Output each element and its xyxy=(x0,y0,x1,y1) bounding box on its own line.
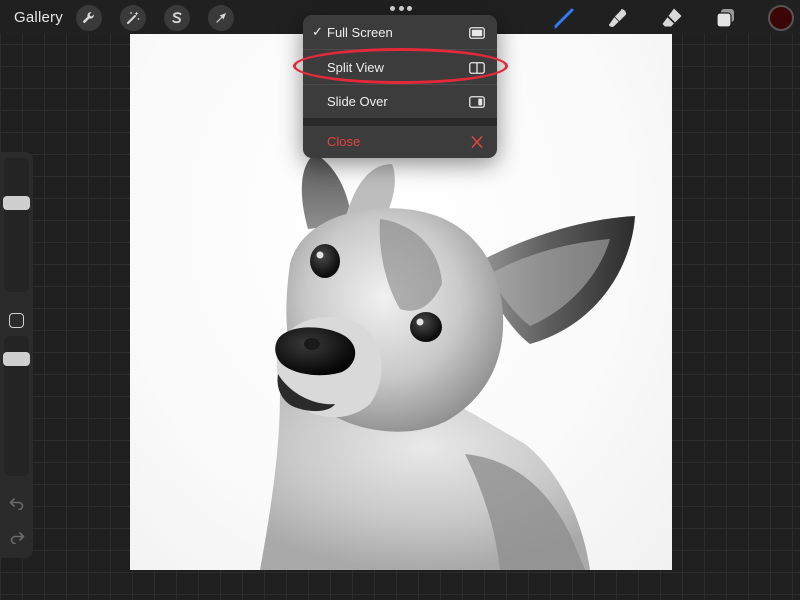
brush-button[interactable] xyxy=(550,4,578,32)
window-options-handle[interactable] xyxy=(390,4,412,12)
actions-button[interactable] xyxy=(76,5,102,31)
redo-icon xyxy=(8,531,26,548)
eraser-button[interactable] xyxy=(658,4,686,32)
layers-button[interactable] xyxy=(712,4,740,32)
menu-item-label: Slide Over xyxy=(327,94,388,109)
selection-button[interactable] xyxy=(164,5,190,31)
close-label: Close xyxy=(327,134,361,149)
undo-icon xyxy=(8,497,26,514)
smudge-button[interactable] xyxy=(604,4,632,32)
redo-button[interactable] xyxy=(8,530,26,545)
color-picker[interactable] xyxy=(768,5,794,31)
menu-item-slide-over[interactable]: Slide Over xyxy=(303,84,497,118)
dot xyxy=(407,5,412,11)
dot xyxy=(398,5,404,11)
brush-size-slider[interactable] xyxy=(4,158,29,292)
smudge-icon xyxy=(604,4,632,32)
left-sidebar xyxy=(0,152,33,558)
layers-icon xyxy=(712,4,740,32)
arrow-cursor-icon xyxy=(213,10,229,26)
window-options-menu: ✓ Full Screen Split View Slide Over Clos… xyxy=(303,15,497,158)
opacity-thumb[interactable] xyxy=(3,352,30,366)
brush-icon xyxy=(550,4,578,32)
menu-item-close[interactable]: Close xyxy=(303,124,497,158)
magic-wand-icon xyxy=(125,10,141,26)
split-view-highlight-circle xyxy=(293,48,508,84)
brush-size-thumb[interactable] xyxy=(3,196,30,210)
modify-button[interactable] xyxy=(9,313,24,328)
transform-button[interactable] xyxy=(208,5,234,31)
wrench-icon xyxy=(81,10,97,26)
eraser-icon xyxy=(658,4,686,32)
undo-button[interactable] xyxy=(8,496,26,511)
checkmark-icon: ✓ xyxy=(312,24,323,39)
full-screen-icon xyxy=(469,26,485,39)
slide-over-icon xyxy=(469,95,485,108)
menu-item-full-screen[interactable]: ✓ Full Screen xyxy=(303,15,497,49)
dot xyxy=(390,5,395,11)
gallery-button[interactable]: Gallery xyxy=(14,9,63,26)
adjustments-button[interactable] xyxy=(120,5,146,31)
close-x-icon xyxy=(469,135,485,148)
menu-item-label: Full Screen xyxy=(327,25,393,40)
selection-s-icon xyxy=(169,10,185,26)
